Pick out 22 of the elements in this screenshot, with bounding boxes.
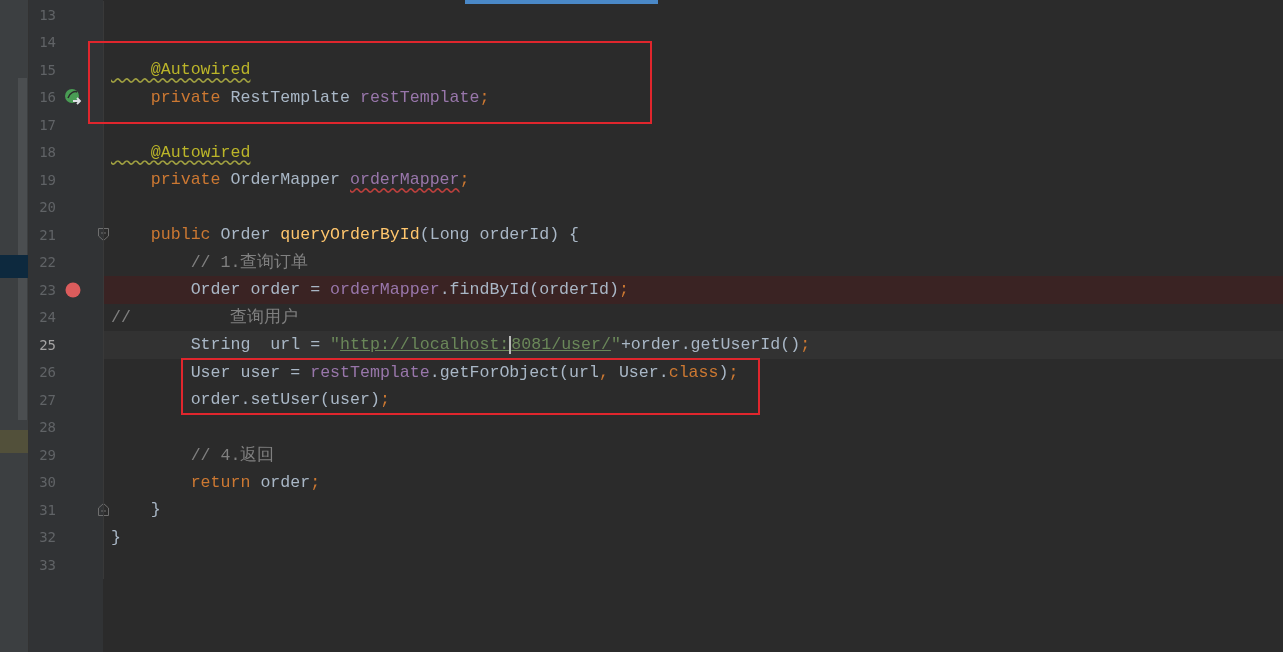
code-line: // 查询用户 [111,307,299,329]
code-line: } [111,527,121,547]
code-line: private RestTemplate restTemplate; [149,87,490,107]
code-line: private OrderMapper orderMapper; [149,170,470,190]
code-line: String url = "http://localhost:8081/user/"+order.getUserId(); [189,335,811,355]
breakpoint-icon[interactable] [65,281,81,298]
code-line: Order order = orderMapper.findById(orderId); [189,280,629,300]
code-line: return order; [189,472,321,492]
code-line: } [149,500,161,520]
code-line: // 4.返回 [189,444,275,466]
code-line: public Order queryOrderById(Long orderId) { [149,225,580,245]
fold-icon[interactable] [98,503,109,517]
code-line: User user = restTemplate.getForObject(url, User.class); [189,362,739,382]
change-marker [0,430,28,453]
code-line: order.setUser(user); [189,390,390,410]
code-line: // 1.查询订单 [189,252,309,274]
code-line: @Autowired [149,60,251,80]
code-line: @Autowired [149,142,251,162]
selection-marker [0,255,28,278]
scrollbar[interactable] [18,78,27,420]
line-number: 25 [38,336,56,353]
fold-icon[interactable] [98,228,109,242]
